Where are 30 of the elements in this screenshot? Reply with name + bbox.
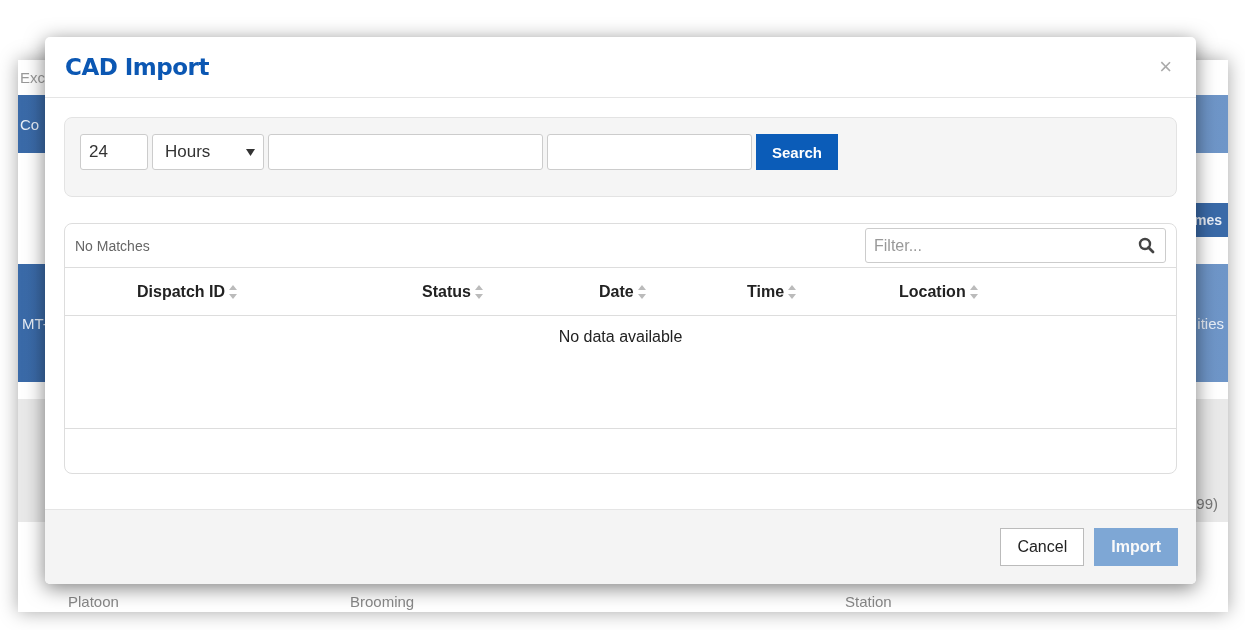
cancel-button[interactable]: Cancel [1000, 528, 1085, 566]
search-button[interactable]: Search [756, 134, 839, 170]
field-label: Platoon [67, 592, 120, 610]
sort-icon [473, 283, 484, 300]
nav-bar-text: Co [20, 115, 40, 133]
sort-icon [787, 283, 798, 300]
input-field[interactable] [547, 134, 752, 170]
dialog-title: CAD Import [65, 54, 209, 80]
band-text: MT- [22, 314, 48, 332]
page-text: Exc [20, 69, 45, 87]
sort-icon [636, 283, 647, 300]
empty-message: No data available [558, 328, 683, 347]
band-text: ities [1197, 314, 1224, 332]
amount-field[interactable]: 24 [80, 134, 148, 170]
column-header[interactable]: Dispatch ID [65, 282, 422, 301]
column-header[interactable]: Location [899, 282, 1176, 301]
field-label: Station [845, 592, 892, 610]
sort-icon [968, 283, 979, 300]
unit-dropdown[interactable]: Hours [152, 134, 264, 170]
field-label: Brooming [349, 592, 416, 610]
caret-icon [246, 148, 255, 156]
search-icon [1138, 237, 1155, 254]
input-field[interactable] [268, 134, 543, 170]
column-header[interactable]: Status [422, 282, 599, 301]
sort-icon [228, 283, 238, 300]
match-info: No Matches [75, 237, 150, 254]
page-text: 99) [1196, 494, 1218, 512]
filter-field[interactable]: Filter... [865, 228, 1166, 263]
column-header[interactable]: Date [599, 282, 747, 301]
column-header[interactable]: Time [747, 282, 899, 301]
